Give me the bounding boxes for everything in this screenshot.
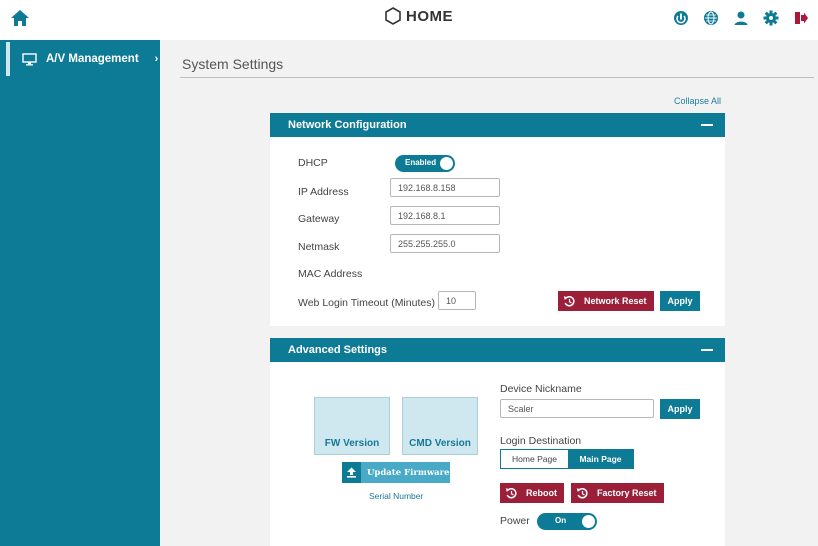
collapse-all-link[interactable]: Collapse All xyxy=(674,96,721,106)
page-title: System Settings xyxy=(182,56,284,72)
ip-address-input[interactable]: 192.168.8.158 xyxy=(390,178,500,197)
login-option-main-page[interactable]: Main Page xyxy=(568,450,633,468)
mac-address-label: MAC Address xyxy=(298,268,363,280)
reboot-button[interactable]: Reboot xyxy=(500,483,564,503)
serial-number-label: Serial Number xyxy=(369,491,424,501)
netmask-label: Netmask xyxy=(298,241,340,253)
home-icon[interactable] xyxy=(10,9,30,27)
ip-address-label: IP Address xyxy=(298,186,349,198)
hexagon-icon xyxy=(385,7,401,25)
upload-icon xyxy=(342,462,361,483)
factory-reset-label: Factory Reset xyxy=(597,488,657,498)
network-config-title: Network Configuration xyxy=(288,119,407,131)
title-divider xyxy=(180,77,814,78)
device-nickname-label: Device Nickname xyxy=(500,383,582,395)
power-label: Power xyxy=(500,515,530,527)
reboot-label: Reboot xyxy=(526,488,557,498)
globe-icon[interactable] xyxy=(702,9,720,27)
factory-reset-icon xyxy=(576,487,589,500)
network-config-card: Network Configuration DHCP Enabled IP Ad… xyxy=(270,113,725,326)
toggle-knob xyxy=(582,515,595,528)
advanced-settings-title: Advanced Settings xyxy=(288,344,388,356)
top-bar: HOME xyxy=(0,0,818,36)
web-login-timeout-input[interactable]: 10 xyxy=(438,291,476,310)
sidebar-item-av-management[interactable]: A/V Management › xyxy=(6,42,160,76)
network-reset-label: Network Reset xyxy=(584,296,647,306)
web-login-timeout-label: Web Login Timeout (Minutes) xyxy=(298,297,435,309)
collapse-icon[interactable] xyxy=(701,349,713,351)
dhcp-toggle-text: Enabled xyxy=(405,158,437,167)
power-icon[interactable] xyxy=(672,9,690,27)
collapse-icon[interactable] xyxy=(701,124,713,126)
login-destination-selector: Home Page Main Page xyxy=(500,449,634,469)
user-icon[interactable] xyxy=(732,9,750,27)
cmd-version-tile[interactable]: CMD Version xyxy=(402,397,478,455)
device-nickname-input[interactable]: Scaler xyxy=(500,399,654,418)
sidebar: A/V Management › xyxy=(0,40,160,546)
gear-icon[interactable] xyxy=(762,9,780,27)
chevron-right-icon: › xyxy=(154,53,159,65)
reset-icon xyxy=(563,295,576,308)
update-firmware-button[interactable]: Update Firmware xyxy=(342,462,450,483)
brand-name: HOME xyxy=(406,7,453,25)
monitor-icon xyxy=(22,52,37,66)
dhcp-label: DHCP xyxy=(298,157,328,169)
toggle-knob xyxy=(440,157,453,170)
gateway-input[interactable]: 192.168.8.1 xyxy=(390,206,500,225)
power-toggle[interactable]: On xyxy=(537,513,597,530)
sidebar-item-label: A/V Management xyxy=(46,53,139,65)
update-firmware-label: Update Firmware xyxy=(367,467,450,478)
advanced-settings-card: Advanced Settings FW Version CMD Version… xyxy=(270,338,725,546)
gateway-label: Gateway xyxy=(298,213,340,225)
fw-version-tile[interactable]: FW Version xyxy=(314,397,390,455)
factory-reset-button[interactable]: Factory Reset xyxy=(571,483,664,503)
dhcp-toggle[interactable]: Enabled xyxy=(395,155,455,172)
network-reset-button[interactable]: Network Reset xyxy=(558,291,654,311)
main-content: System Settings Collapse All Network Con… xyxy=(160,40,818,546)
logout-icon[interactable] xyxy=(792,9,810,27)
network-config-header[interactable]: Network Configuration xyxy=(270,113,725,137)
power-toggle-text: On xyxy=(555,516,567,525)
network-apply-button[interactable]: Apply xyxy=(660,291,700,311)
netmask-input[interactable]: 255.255.255.0 xyxy=(390,234,500,253)
advanced-settings-header[interactable]: Advanced Settings xyxy=(270,338,725,362)
reboot-icon xyxy=(505,487,518,500)
brand-logo: HOME xyxy=(384,7,453,25)
nickname-apply-button[interactable]: Apply xyxy=(660,399,700,419)
login-destination-label: Login Destination xyxy=(500,435,582,447)
login-option-home-page[interactable]: Home Page xyxy=(501,450,568,468)
